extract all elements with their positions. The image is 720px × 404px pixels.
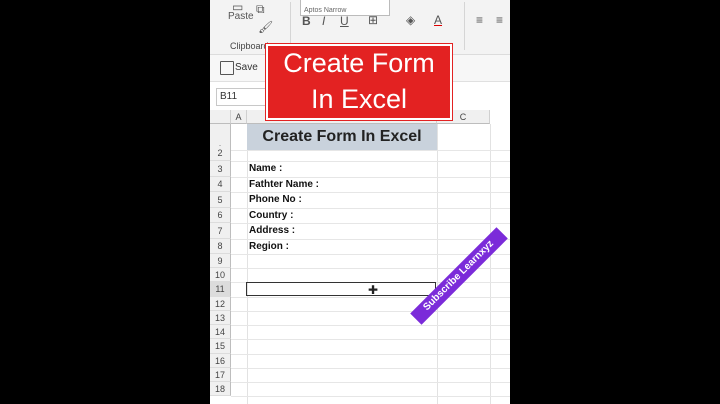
gridline xyxy=(231,368,510,369)
banner-line-1: Create Form xyxy=(283,48,435,78)
cell-cursor-icon: ✚ xyxy=(368,283,379,297)
row-header-9[interactable]: 9 xyxy=(210,254,231,268)
row-header-7[interactable]: 7 xyxy=(210,223,231,239)
row-header-11[interactable]: 11 xyxy=(210,282,231,297)
row-header-12[interactable]: 12 xyxy=(210,297,231,311)
fill-color-icon[interactable]: ◈ xyxy=(406,13,415,27)
gridline xyxy=(231,208,510,209)
gridline xyxy=(231,192,510,193)
row-header-5[interactable]: 5 xyxy=(210,192,231,208)
align-center-icon[interactable]: ≡ xyxy=(496,13,503,27)
gridline xyxy=(231,223,510,224)
save-button[interactable]: Save xyxy=(235,62,258,73)
save-icon[interactable] xyxy=(220,61,234,75)
country-label-cell[interactable]: Country : xyxy=(249,210,293,221)
underline-button[interactable]: U xyxy=(340,14,349,28)
row-header-17[interactable]: 17 xyxy=(210,368,231,382)
gridline xyxy=(231,297,510,298)
font-color-button[interactable]: A xyxy=(434,13,442,27)
excel-window: ▭ Paste ⧉ 🖌 Clipboard Aptos Narrow B I U… xyxy=(210,0,510,404)
row-header-16[interactable]: 16 xyxy=(210,354,231,368)
gridline xyxy=(231,354,510,355)
region-label-cell[interactable]: Region : xyxy=(249,241,289,252)
row-header-15[interactable]: 15 xyxy=(210,339,231,354)
row-header-14[interactable]: 14 xyxy=(210,325,231,339)
column-header-a[interactable]: A xyxy=(231,110,247,124)
gridline xyxy=(231,150,510,151)
row-header-8[interactable]: 8 xyxy=(210,239,231,254)
clipboard-group-label: Clipboard xyxy=(230,41,269,51)
gridline xyxy=(231,177,510,178)
row-header-3[interactable]: 3 xyxy=(210,161,231,177)
gridline xyxy=(231,325,510,326)
selected-cell-b11[interactable] xyxy=(246,282,436,296)
gridline xyxy=(437,124,438,404)
borders-icon[interactable]: ⊞ xyxy=(368,13,378,27)
phone-label-cell[interactable]: Phone No : xyxy=(249,194,302,205)
father-name-label-cell[interactable]: Fathter Name : xyxy=(249,179,319,190)
row-header-4[interactable]: 4 xyxy=(210,177,231,192)
name-label-cell[interactable]: Name : xyxy=(249,163,282,174)
gridline xyxy=(231,339,510,340)
gridline xyxy=(490,124,491,404)
gridline xyxy=(231,396,510,397)
banner-line-2: In Excel xyxy=(310,84,408,114)
align-left-icon[interactable]: ≡ xyxy=(476,13,483,27)
form-title-cell[interactable]: Create Form In Excel xyxy=(247,124,437,150)
gridline xyxy=(231,311,510,312)
format-painter-icon[interactable]: 🖌 xyxy=(258,20,273,34)
row-header-2[interactable]: 2 xyxy=(210,146,231,161)
ribbon-separator xyxy=(464,2,465,50)
name-box-value: B11 xyxy=(220,91,238,102)
font-name-value: Aptos Narrow xyxy=(304,7,347,14)
ribbon-separator xyxy=(290,2,291,50)
bold-button[interactable]: B xyxy=(302,14,311,28)
row-header-13[interactable]: 13 xyxy=(210,311,231,325)
gridline xyxy=(247,124,248,404)
copy-icon[interactable]: ⧉ xyxy=(256,2,265,17)
select-all-corner[interactable] xyxy=(210,110,231,124)
row-header-18[interactable]: 18 xyxy=(210,382,231,396)
row-header-10[interactable]: 10 xyxy=(210,268,231,282)
gridline xyxy=(231,382,510,383)
address-label-cell[interactable]: Address : xyxy=(249,225,295,236)
gridline xyxy=(231,161,510,162)
italic-button[interactable]: I xyxy=(322,14,325,28)
gridline xyxy=(231,239,510,240)
title-banner: Create Form In Excel xyxy=(266,44,452,120)
row-header-6[interactable]: 6 xyxy=(210,208,231,223)
paste-button[interactable]: Paste xyxy=(228,11,254,22)
